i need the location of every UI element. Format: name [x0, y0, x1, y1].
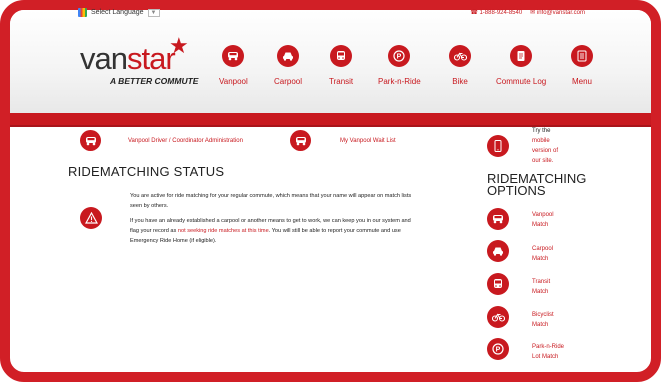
nav-label: Carpool: [274, 77, 303, 86]
logo-van-text: van: [80, 41, 128, 76]
nav-vanpool[interactable]: Vanpool: [219, 45, 248, 86]
bike-icon[interactable]: [487, 306, 509, 328]
bus-icon[interactable]: [487, 273, 509, 295]
not-seeking-link[interactable]: not seeking ride matches at this time: [178, 228, 269, 234]
option-label: Carpool: [532, 246, 554, 252]
document-icon: [510, 45, 533, 67]
nav-bike[interactable]: Bike: [449, 45, 471, 86]
admin-link[interactable]: Vanpool Driver / Coordinator Administrat…: [128, 138, 243, 144]
bike-icon: [449, 45, 471, 67]
logo-tagline: A BETTER COMMUTE: [110, 76, 199, 86]
star-icon: ★: [169, 33, 189, 58]
wait-list-link[interactable]: My Vanpool Wait List: [340, 138, 396, 144]
van-icon[interactable]: [290, 130, 311, 151]
option-label: Match: [532, 222, 549, 228]
bicyclist-match-link[interactable]: Bicyclist Match: [532, 310, 554, 330]
vanpool-match-link[interactable]: Vanpool Match: [532, 210, 554, 230]
park-n-ride-lot-match-link[interactable]: Park-n-Ride Lot Match: [532, 342, 564, 362]
svg-text:P: P: [397, 53, 402, 60]
status-paragraph-1: You are active for ride matching for you…: [130, 193, 412, 209]
mobile-site-promo: Try the mobile version of our site.: [532, 126, 558, 166]
mobile-phone-icon[interactable]: [487, 135, 509, 157]
bus-icon: [330, 45, 353, 67]
email-address: info@vanstar.com: [536, 10, 585, 16]
ridematching-options-heading: RIDEMATCHING OPTIONS: [487, 172, 597, 198]
mobile-site-link[interactable]: our site.: [532, 156, 558, 166]
svg-text:P: P: [496, 346, 501, 353]
transit-match-link[interactable]: Transit Match: [532, 277, 550, 297]
nav-park-n-ride[interactable]: P Park-n-Ride: [378, 45, 421, 86]
option-label: Lot Match: [532, 354, 559, 360]
nav-label: Transit: [329, 77, 354, 86]
van-icon[interactable]: [80, 130, 101, 151]
option-label: Vanpool: [532, 212, 554, 218]
nav-label: Commute Log: [496, 77, 547, 86]
option-label: Match: [532, 256, 549, 262]
nav-label: Park-n-Ride: [378, 77, 421, 86]
option-label: Match: [532, 289, 549, 295]
option-label: Bicyclist: [532, 312, 554, 318]
carpool-match-link[interactable]: Carpool Match: [532, 244, 553, 264]
nav-commute-log[interactable]: Commute Log: [496, 45, 546, 86]
nav-label: Bike: [452, 77, 468, 86]
header-divider: [10, 113, 651, 127]
nav-transit[interactable]: Transit: [329, 45, 353, 86]
heading-line: OPTIONS: [487, 183, 546, 198]
nav-carpool[interactable]: Carpool: [274, 45, 302, 86]
van-icon[interactable]: [487, 208, 509, 230]
phone-link[interactable]: ☎ 1-888-924-8540: [470, 9, 522, 16]
mobile-site-link[interactable]: mobile: [532, 136, 558, 146]
car-icon[interactable]: [487, 240, 509, 262]
page-title: RIDEMATCHING STATUS: [68, 164, 225, 179]
menu-icon: [571, 45, 593, 67]
language-selector[interactable]: Select Language ▼: [78, 8, 160, 17]
logo-star-text: star: [126, 41, 176, 76]
nav-label: Vanpool: [219, 77, 248, 86]
chevron-down-icon[interactable]: ▼: [147, 8, 160, 17]
option-label: Match: [532, 322, 549, 328]
van-icon: [222, 45, 245, 67]
vanstar-logo[interactable]: vanstar ★ A BETTER COMMUTE: [80, 35, 198, 87]
parking-icon: P: [388, 45, 411, 67]
option-label: Transit: [532, 279, 551, 285]
option-label: Park-n-Ride: [532, 344, 565, 350]
parking-icon[interactable]: P: [487, 338, 509, 360]
email-link[interactable]: ✉ info@vanstar.com: [530, 9, 585, 16]
google-translate-icon: [78, 8, 87, 17]
nav-menu[interactable]: Menu: [571, 45, 593, 86]
mobile-try-text: Try the: [532, 128, 551, 134]
contact-info: ☎ 1-888-924-8540 ✉ info@vanstar.com: [470, 9, 585, 16]
language-label: Select Language: [91, 9, 144, 16]
nav-label: Menu: [571, 77, 592, 86]
mobile-site-link[interactable]: version of: [532, 146, 558, 156]
warning-icon: [80, 207, 102, 229]
phone-number: 1-888-924-8540: [479, 10, 523, 16]
status-paragraph-2: If you have an already established a car…: [130, 216, 412, 246]
car-icon: [277, 45, 299, 67]
